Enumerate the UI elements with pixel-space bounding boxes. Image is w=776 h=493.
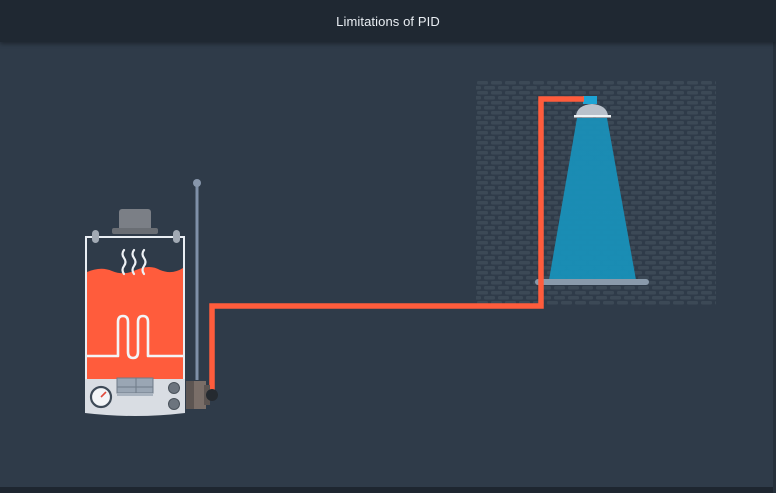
title-bar: Limitations of PID — [0, 0, 776, 42]
simulation-scene — [0, 42, 776, 487]
temperature-gauge-icon — [89, 385, 113, 409]
shower-tray — [535, 279, 649, 285]
heater-knob-top[interactable] — [168, 382, 180, 394]
tank-water — [87, 267, 183, 380]
bottom-edge — [0, 487, 776, 493]
heater-display — [116, 377, 154, 394]
scene-canvas — [85, 80, 716, 416]
page-title: Limitations of PID — [336, 13, 440, 29]
water-heater-icon — [85, 209, 185, 416]
heater-knob-bottom[interactable] — [168, 398, 180, 410]
sensor-antenna — [193, 179, 201, 380]
